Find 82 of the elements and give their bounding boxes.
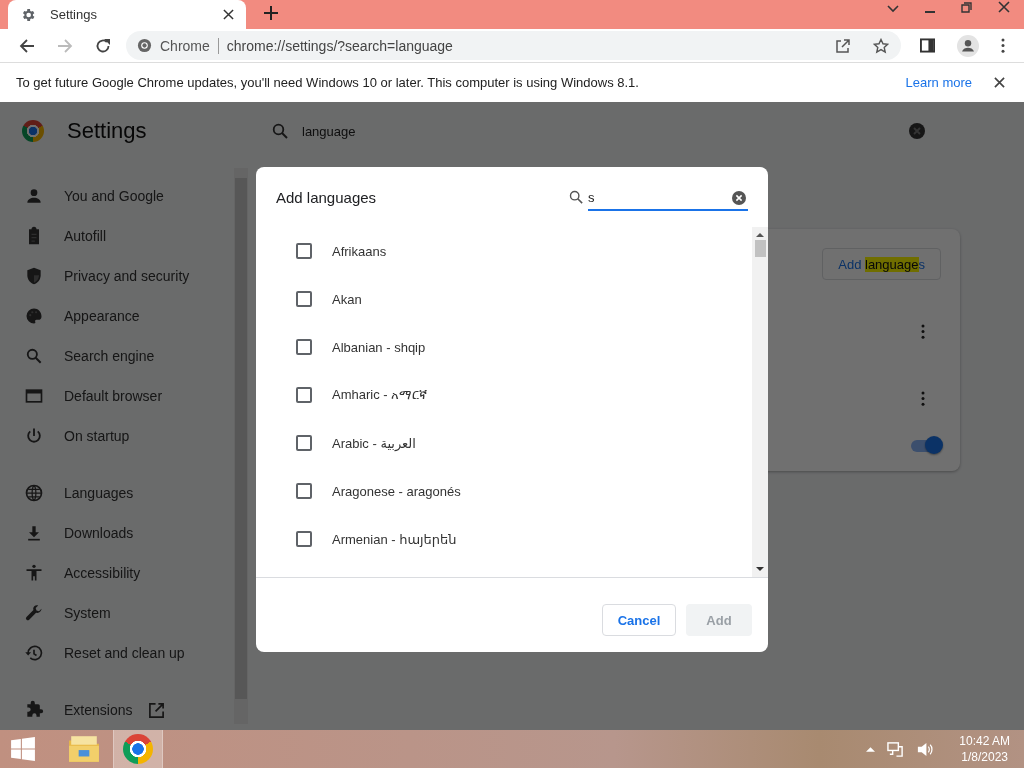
chrome-logo-icon (137, 38, 152, 54)
star-icon[interactable] (873, 37, 889, 54)
sidebar-item[interactable]: Search engine (0, 336, 234, 376)
sidebar-item[interactable]: System (0, 593, 234, 633)
language-name: Aragonese - aragonés (332, 483, 461, 499)
chevron-up-icon[interactable] (866, 746, 876, 752)
site-label: Chrome (160, 37, 210, 54)
checkbox[interactable] (296, 435, 312, 451)
external-link-icon (148, 701, 166, 719)
chrome-logo-icon (22, 120, 44, 142)
add-languages-button[interactable]: Add languages (822, 248, 941, 280)
chevron-down-icon[interactable] (887, 5, 899, 14)
clock-time[interactable]: 10:42 AM (959, 733, 1010, 749)
cancel-button[interactable]: Cancel (602, 604, 676, 636)
settings-title: Settings (67, 118, 148, 144)
network-icon[interactable] (887, 740, 905, 758)
checkbox[interactable] (296, 531, 312, 547)
person-icon (24, 186, 44, 206)
url-text: chrome://settings/?search=language (226, 37, 453, 54)
globe-icon (24, 483, 44, 503)
sidebar-item[interactable]: Downloads (0, 513, 234, 553)
chrome-app-icon[interactable] (114, 730, 162, 768)
address-bar[interactable]: Chrome chrome://settings/?search=language (126, 31, 901, 61)
gear-icon (20, 6, 36, 23)
browser-tab[interactable]: Settings (8, 0, 246, 30)
close-icon[interactable] (994, 77, 1005, 88)
browser-icon (24, 386, 44, 406)
checkbox[interactable] (296, 483, 312, 499)
learn-more-link[interactable]: Learn more (905, 75, 972, 90)
puzzle-icon (24, 700, 44, 720)
scroll-down-arrow-icon[interactable] (756, 567, 764, 572)
checkbox[interactable] (296, 339, 312, 355)
sidebar-item[interactable]: On startup (0, 416, 234, 456)
search-icon (569, 190, 583, 204)
language-name: Armenian - հայերեն (332, 531, 457, 547)
more-options-icon[interactable] (921, 324, 925, 339)
sidebar-item[interactable]: Default browser (0, 376, 234, 416)
language-name: Albanian - shqip (332, 339, 426, 355)
close-tab-icon[interactable] (223, 9, 234, 21)
reload-icon[interactable] (95, 37, 111, 54)
scroll-up-arrow-icon[interactable] (756, 232, 764, 237)
sidebar-item[interactable]: Privacy and security (0, 256, 234, 296)
settings-search-field[interactable]: language (302, 123, 895, 139)
scroll-thumb[interactable] (754, 240, 766, 257)
history-icon (24, 643, 44, 663)
profile-icon[interactable] (957, 34, 979, 57)
checkbox[interactable] (296, 387, 312, 403)
power-icon (24, 426, 44, 446)
menu-icon[interactable] (1001, 38, 1005, 54)
checkbox[interactable] (296, 243, 312, 259)
sidebar-item[interactable]: Accessibility (0, 553, 234, 593)
search-icon (272, 123, 288, 139)
sidebar-item[interactable]: Extensions (0, 690, 234, 730)
clock-date[interactable]: 1/8/2023 (961, 749, 1008, 765)
close-icon[interactable] (998, 1, 1010, 14)
search-icon (24, 346, 44, 366)
sidebar-item[interactable]: Reset and clean up (0, 633, 234, 673)
sidebar-item[interactable]: Languages (0, 473, 234, 513)
language-name: Akan (332, 291, 362, 307)
side-panel-icon[interactable] (920, 38, 935, 54)
update-warning-text: To get future Google Chrome updates, you'll need Windows 10 or later. This computer is using Windows 8.1. (16, 75, 639, 90)
sidebar-item[interactable]: Autofill (0, 216, 234, 256)
shield-icon (24, 266, 44, 286)
more-options-icon[interactable] (921, 391, 925, 406)
sidebar-item[interactable]: You and Google (0, 176, 234, 216)
restore-icon[interactable] (961, 2, 972, 14)
language-name: Afrikaans (332, 243, 387, 259)
accessibility-icon (24, 563, 44, 583)
sidebar-item[interactable]: Appearance (0, 296, 234, 336)
new-tab-icon[interactable] (264, 6, 278, 21)
scrollbar[interactable] (752, 227, 768, 577)
language-name: Amharic - አማርኛ (332, 387, 428, 403)
wrench-icon (24, 603, 44, 623)
minimize-icon[interactable] (925, 11, 935, 14)
palette-icon (24, 306, 44, 326)
language-name: Arabic - العربية (332, 435, 416, 451)
share-icon[interactable] (835, 37, 851, 54)
back-arrow-icon[interactable] (19, 37, 35, 54)
clear-search-icon[interactable] (909, 123, 925, 139)
checkbox[interactable] (296, 291, 312, 307)
dialog-title: Add languages (276, 188, 377, 206)
windows-start-icon[interactable] (10, 736, 36, 762)
